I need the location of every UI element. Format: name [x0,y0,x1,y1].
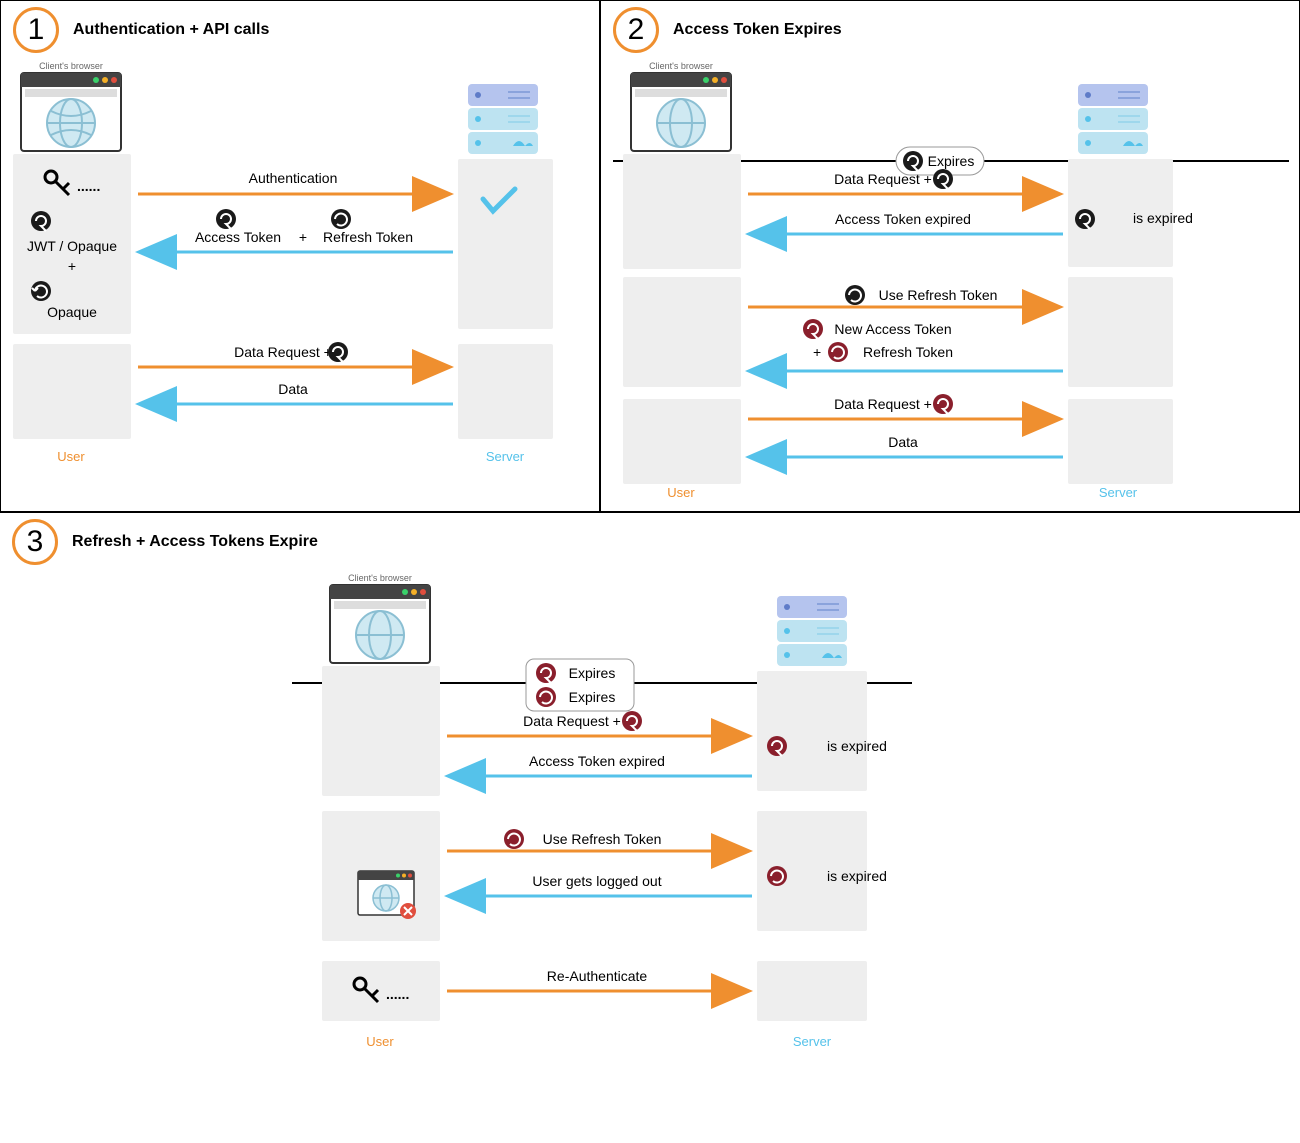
plus-1: + [68,258,76,274]
user-box-2a [623,154,741,269]
new-token-req-icon [933,394,953,414]
arrow-3-2-label: Access Token expired [529,753,665,769]
access-token-icon [216,209,236,229]
access-token-label: Access Token [195,229,281,245]
plus-tokens: + [299,229,307,245]
server-expired-token-icon [1075,209,1095,229]
data-request-label: Data Request + [234,344,332,360]
browser-icon-2: Client's browser [631,61,731,151]
expires-label-3b: Expires [569,689,616,705]
user-box-1b [13,344,131,439]
expired-access-req-icon [622,711,642,731]
new-access-label: New Access Token [834,321,951,337]
is-expired-1: is expired [1133,210,1193,226]
expires-label: Expires [928,153,975,169]
logged-out-label: User gets logged out [532,873,661,889]
user-box-3a [322,666,440,796]
server-box-3c [757,961,867,1021]
expires-label-3a: Expires [569,665,616,681]
user-box-2c [623,399,741,484]
browser-logged-out-icon [358,871,416,919]
user-box-2b [623,277,741,387]
user-box-3c [322,961,440,1021]
key-dots: ...... [77,178,100,194]
access-token-dark-icon [31,211,51,231]
reauth-label: Re-Authenticate [547,968,648,984]
opaque-label: Opaque [47,304,97,320]
browser-caption: Client's browser [39,61,103,71]
panel-3-title: Refresh + Access Tokens Expire [72,533,318,551]
server-box-2b [1068,277,1173,387]
is-expired-3b: is expired [827,868,887,884]
user-label-1: User [57,449,85,464]
req-token-icon-2 [933,169,953,189]
panel-2-header: 2 Access Token Expires [613,7,1289,53]
data-req-2-label: Data Request + [834,396,932,412]
server-box-3a [757,671,867,791]
new-refresh-label: Refresh Token [863,344,953,360]
use-refresh-label-3: Use Refresh Token [543,831,662,847]
user-label-3: User [366,1034,394,1049]
server-access-expired-icon [767,736,787,756]
access-expired-icon-3 [536,663,556,683]
panel-access-expires: 2 Access Token Expires Client's browser [600,0,1300,512]
jwt-opaque-label: JWT / Opaque [27,238,117,254]
expires-token-icon [903,151,923,171]
arrow-auth-label: Authentication [249,170,338,186]
diagram-1: Client's browser ...... JWT / Opaque + O… [13,59,589,469]
panel-auth-api: 1 Authentication + API calls Client's br… [0,0,600,512]
diagram-2: Client's browser Expires is expired Data… [613,59,1289,499]
data-back-2-label: Data [888,434,918,450]
refresh-token-label: Refresh Token [323,229,413,245]
arrow-2-2-label: Access Token expired [835,211,971,227]
arrow-3-1-label: Data Request + [523,713,621,729]
panel-both-expire: 3 Refresh + Access Tokens Expire Client'… [0,512,1300,1143]
server-stack-icon [468,84,538,154]
step-number-2: 2 [613,7,659,53]
access-token-req-icon [328,342,348,362]
browser-caption-2: Client's browser [649,61,713,71]
server-stack-icon-2 [1078,84,1148,154]
server-label-1: Server [486,449,525,464]
key-dots-3: ...... [386,986,409,1002]
new-access-token-icon [803,319,823,339]
server-stack-icon-3 [777,596,847,666]
server-box-1b [458,344,553,439]
browser-caption-3: Client's browser [348,573,412,583]
panel-1-header: 1 Authentication + API calls [13,7,589,53]
step-number-1: 1 [13,7,59,53]
use-refresh-label: Use Refresh Token [879,287,998,303]
user-label-2: User [667,485,695,499]
panel-1-title: Authentication + API calls [73,21,269,39]
diagram-3: Client's browser Expires Expires [12,571,912,1131]
plus-new: + [813,344,821,360]
server-box-1a [458,159,553,329]
panel-3-header: 3 Refresh + Access Tokens Expire [12,519,1290,565]
data-label: Data [278,381,308,397]
browser-icon: Client's browser [21,61,121,151]
is-expired-3a: is expired [827,738,887,754]
browser-icon-3: Client's browser [330,573,430,663]
panel-2-title: Access Token Expires [673,21,842,39]
step-number-3: 3 [12,519,58,565]
arrow-2-1-label: Data Request + [834,171,932,187]
server-label-2: Server [1099,485,1138,499]
server-label-3: Server [793,1034,832,1049]
server-box-2c [1068,399,1173,484]
